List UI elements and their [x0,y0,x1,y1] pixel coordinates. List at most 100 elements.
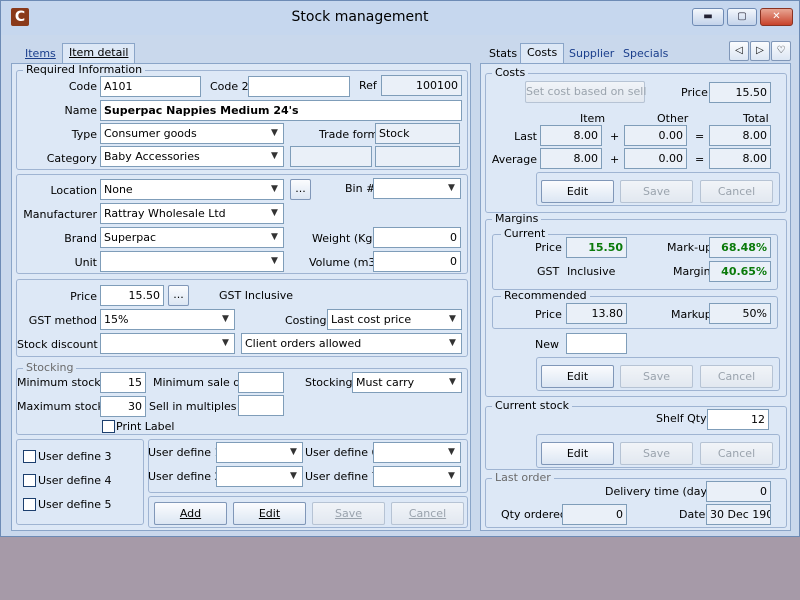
user-define-3-checkbox[interactable] [23,450,36,463]
costing-value: Last cost price [331,313,412,326]
heart-icon[interactable]: ♡ [771,41,791,61]
stock-discount-select[interactable]: ▼ [100,333,235,354]
costing-select[interactable]: Last cost price ▼ [327,309,462,330]
back-icon[interactable]: ◁ [729,41,749,61]
tab-stats[interactable]: Stats [483,45,523,64]
margins-save-button[interactable]: Save [620,365,693,388]
category-value: Baby Accessories [104,150,200,163]
manufacturer-value: Rattray Wholesale Ltd [104,207,226,220]
gst-method-select[interactable]: 15% ▼ [100,309,235,330]
costs-title: Costs [492,67,529,79]
stocking-select[interactable]: Must carry ▼ [352,372,462,393]
tab-specials[interactable]: Specials [617,45,674,64]
stock-save-button[interactable]: Save [620,442,693,465]
minimize-button[interactable]: ▬ [692,8,724,26]
stock-edit-button[interactable]: Edit [541,442,614,465]
name-label: Name [64,104,97,117]
new-markup-input[interactable] [566,333,627,354]
manufacturer-select[interactable]: Rattray Wholesale Ltd ▼ [100,203,284,224]
delivery-time-input: 0 [706,481,771,502]
item-header: Item [580,112,606,125]
last-item-input: 8.00 [540,125,602,146]
stock-management-window: C Stock management ▬ ▢ ✕ Items Item deta… [0,0,800,537]
name-input[interactable]: Superpac Nappies Medium 24's [100,100,462,121]
gst-method-value: 15% [104,313,129,326]
markup-label: Mark-up [667,241,713,254]
brand-value: Superpac [104,231,156,244]
equals-icon: = [695,153,705,166]
tab-items[interactable]: Items [19,45,62,64]
volume-input[interactable]: 0 [373,251,461,272]
qty-ordered-label: Qty ordered [501,508,567,521]
chevron-down-icon: ▼ [290,447,297,457]
rec-price-label: Price [535,308,562,321]
average-label: Average [491,153,537,166]
price-browse-button[interactable]: ... [168,285,189,306]
unit-select[interactable]: ▼ [100,251,284,272]
user-define-1-select[interactable]: ▼ [216,442,303,463]
edit-button[interactable]: Edit [233,502,306,525]
location-select[interactable]: None ▼ [100,179,284,200]
user-define-3-label: User define 3 [38,450,112,463]
cancel-button[interactable]: Cancel [391,502,464,525]
user-define-2-select[interactable]: ▼ [216,466,303,487]
forward-icon[interactable]: ▷ [750,41,770,61]
type-label: Type [71,128,97,141]
user-define-7-select[interactable]: ▼ [373,466,461,487]
costs-edit-button[interactable]: Edit [541,180,614,203]
print-label-checkbox[interactable] [102,420,115,433]
code-label: Code [68,80,97,93]
weight-input[interactable]: 0 [373,227,461,248]
code2-input[interactable] [248,76,350,97]
bin-label: Bin # [345,182,376,195]
chevron-down-icon: ▼ [449,377,456,387]
weight-label: Weight (Kg) [312,232,377,245]
user-define-4-checkbox[interactable] [23,474,36,487]
margins-edit-button[interactable]: Edit [541,365,614,388]
price-label: Price [70,290,97,303]
type-select[interactable]: Consumer goods ▼ [100,123,284,144]
max-stock-input[interactable]: 30 [100,396,146,417]
code-input[interactable]: A101 [100,76,201,97]
chevron-down-icon: ▼ [271,128,278,138]
gst-label: GST [537,265,560,278]
close-button[interactable]: ✕ [760,8,793,26]
chevron-down-icon: ▼ [448,471,455,481]
tab-supplier[interactable]: Supplier [563,45,620,64]
costs-cancel-button[interactable]: Cancel [700,180,773,203]
shelf-qty-input[interactable]: 12 [707,409,769,430]
plus-icon: + [610,130,620,143]
maximize-button[interactable]: ▢ [727,8,757,26]
user-define-6-select[interactable]: ▼ [373,442,461,463]
category-select[interactable]: Baby Accessories ▼ [100,146,284,167]
gst-inclusive-label: GST Inclusive [219,289,294,302]
min-sale-input[interactable] [238,372,284,393]
location-browse-button[interactable]: ... [290,179,311,200]
user-define-5-checkbox[interactable] [23,498,36,511]
client-orders-select[interactable]: Client orders allowed ▼ [241,333,462,354]
user-define-2-label: User define 2 [148,470,222,483]
stock-discount-label: Stock discount [17,338,98,351]
min-stock-input[interactable]: 15 [100,372,146,393]
set-cost-button[interactable]: Set cost based on sell [525,81,646,103]
multiples-input[interactable] [238,395,284,416]
costs-save-button[interactable]: Save [620,180,693,203]
rec-price-input: 13.80 [566,303,627,324]
chevron-down-icon: ▼ [271,151,278,161]
tab-item-detail[interactable]: Item detail [62,43,136,64]
save-button[interactable]: Save [312,502,385,525]
costs-price-input: 15.50 [709,82,771,103]
category-label: Category [46,152,97,165]
brand-select[interactable]: Superpac ▼ [100,227,284,248]
bin-select[interactable]: ▼ [373,178,461,199]
stock-cancel-button[interactable]: Cancel [700,442,773,465]
other-header: Other [657,112,689,125]
add-button[interactable]: Add [154,502,227,525]
user-define-7-label: User define 7 [305,470,379,483]
price-input[interactable]: 15.50 [100,285,164,306]
tab-costs[interactable]: Costs [520,43,565,64]
category-extra-1 [290,146,372,167]
chevron-down-icon: ▼ [449,314,456,324]
margins-cancel-button[interactable]: Cancel [700,365,773,388]
location-label: Location [50,184,97,197]
